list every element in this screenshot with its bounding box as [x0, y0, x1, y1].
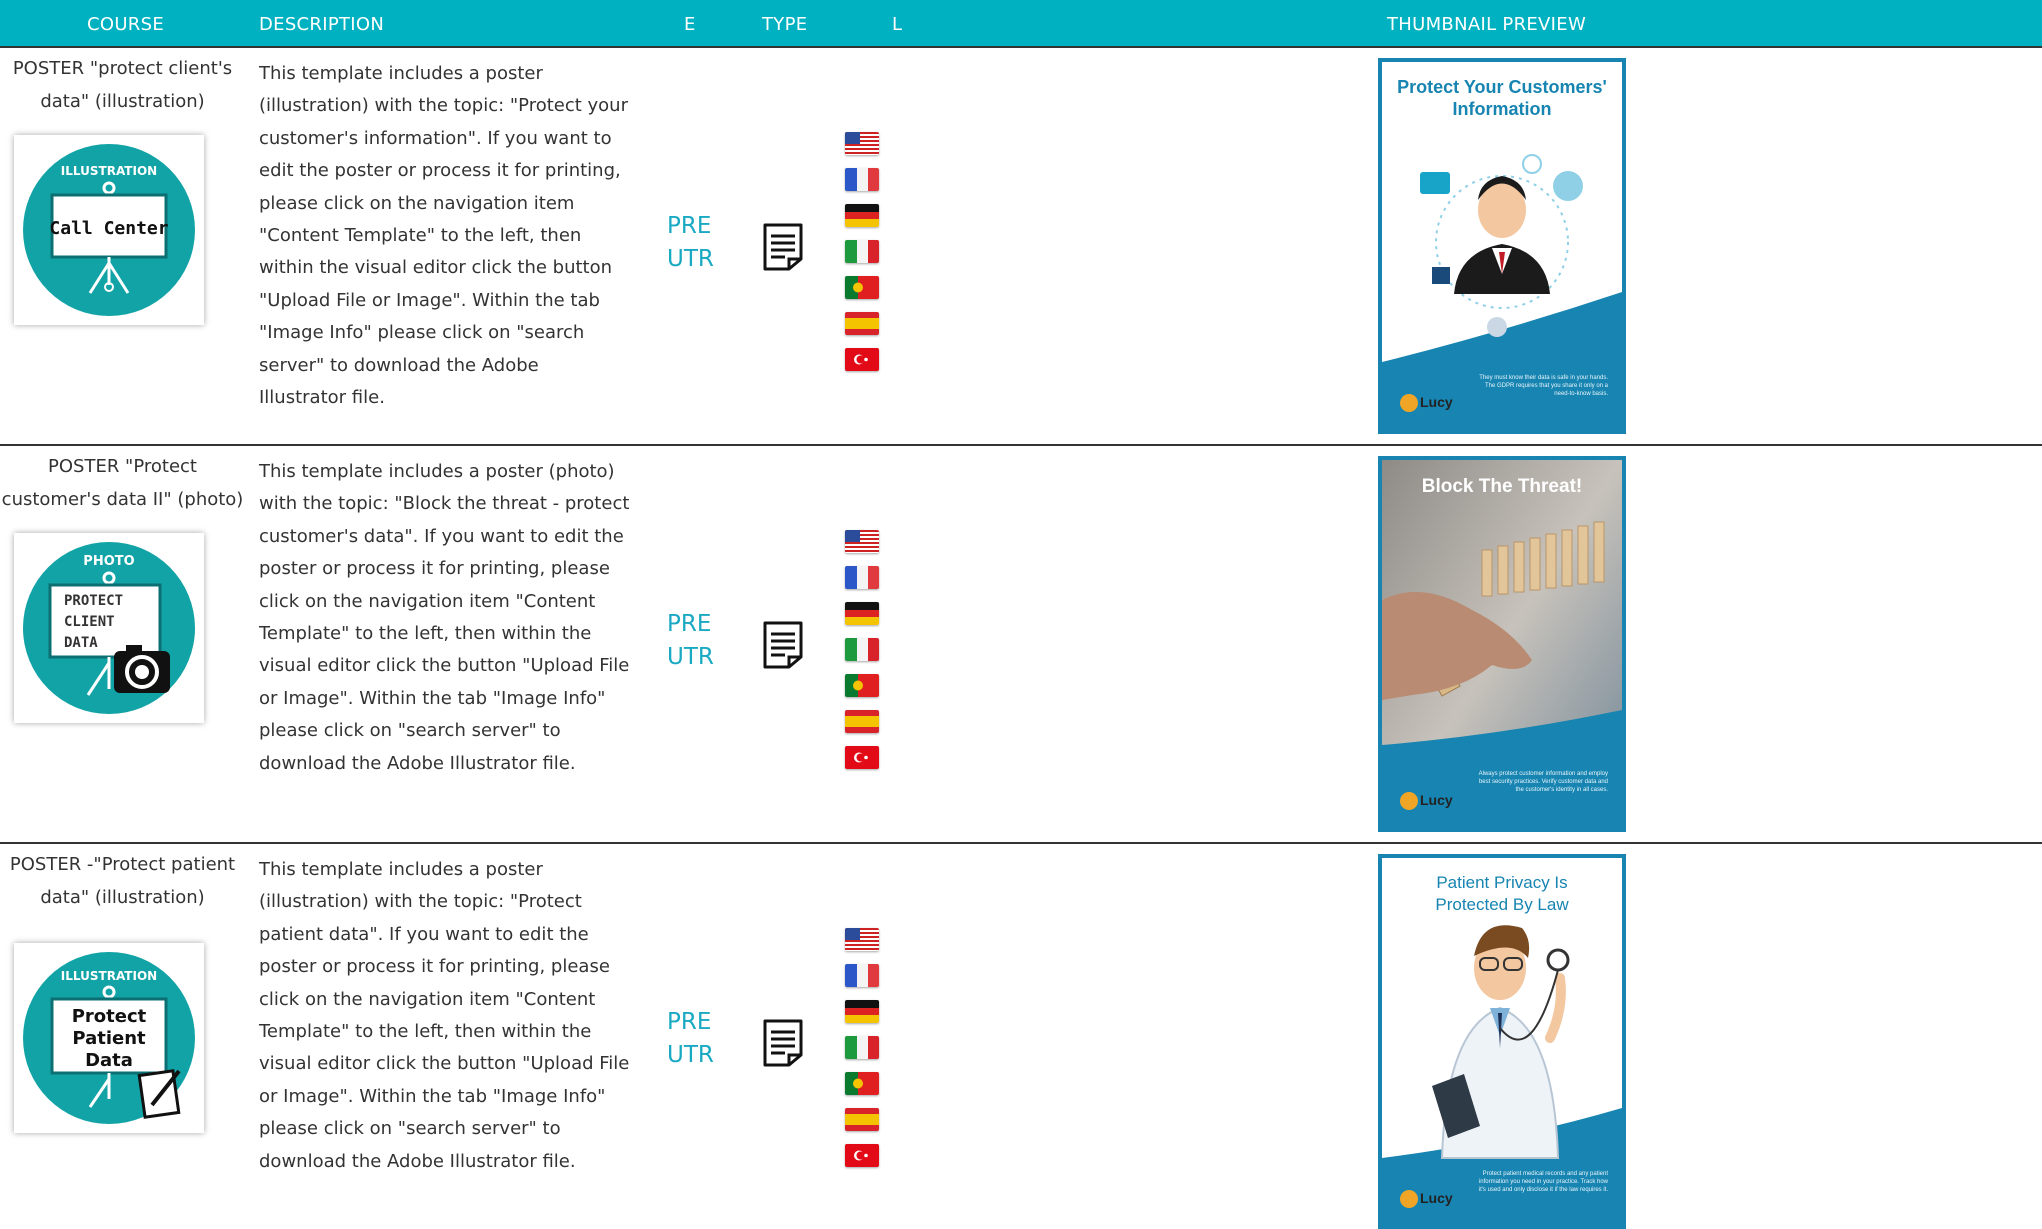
tr-flag[interactable] — [845, 746, 879, 769]
pt-flag[interactable] — [845, 674, 879, 697]
brand-logo: Lucy — [1400, 1190, 1453, 1209]
pt-flag[interactable] — [845, 1072, 879, 1095]
svg-text:Protect: Protect — [72, 1006, 147, 1027]
pt-flag[interactable] — [845, 276, 879, 299]
icon-label-top: ILLUSTRATION — [61, 969, 157, 983]
lucy-logo-icon — [1400, 394, 1418, 413]
document-icon[interactable] — [762, 222, 804, 272]
table-row[interactable]: POSTER "protect client's data" (illustra… — [0, 48, 2042, 446]
table-row[interactable]: POSTER "Protect customer's data II" (pho… — [0, 446, 2042, 844]
execution-labels: PRE UTR — [667, 210, 714, 276]
thumbnail-caption: Always protect customer information and … — [1478, 771, 1608, 793]
svg-text:DATA: DATA — [64, 635, 98, 651]
exec-pre: PRE — [667, 1009, 712, 1035]
header-l[interactable]: L — [892, 14, 902, 35]
es-flag[interactable] — [845, 710, 879, 733]
tr-flag[interactable] — [845, 348, 879, 371]
de-flag[interactable] — [845, 1000, 879, 1023]
course-title[interactable]: POSTER -"Protect patient data" (illustra… — [0, 848, 245, 914]
document-icon[interactable] — [762, 1018, 804, 1068]
thumbnail-caption: Protect patient medical records and any … — [1478, 1171, 1608, 1193]
it-flag[interactable] — [845, 638, 879, 661]
svg-text:CLIENT: CLIENT — [64, 614, 115, 630]
table-header: COURSE DESCRIPTION E TYPE L THUMBNAIL PR… — [0, 0, 2042, 48]
header-description[interactable]: DESCRIPTION — [259, 14, 384, 35]
de-flag[interactable] — [845, 602, 879, 625]
execution-labels: PRE UTR — [667, 1006, 714, 1072]
course-icon-protect-patient-data[interactable]: ILLUSTRATION Protect Patient Data — [14, 943, 204, 1133]
exec-pre: PRE — [667, 213, 712, 239]
brand-logo: Lucy — [1400, 394, 1453, 413]
thumbnail-title: Patient Privacy Is Protected By Law — [1435, 873, 1569, 914]
exec-utr: UTR — [667, 246, 714, 272]
course-icon-call-center[interactable]: ILLUSTRATION Call Center — [14, 135, 204, 325]
us-flag[interactable] — [845, 530, 879, 553]
course-description: This template includes a poster (illustr… — [259, 859, 630, 1172]
icon-label-top: ILLUSTRATION — [61, 164, 157, 178]
course-description: This template includes a poster (illustr… — [259, 63, 628, 409]
tr-flag[interactable] — [845, 1144, 879, 1167]
us-flag[interactable] — [845, 928, 879, 951]
course-icon-protect-client-data[interactable]: PHOTO PROTECT CLIENT DATA — [14, 533, 204, 723]
header-type[interactable]: TYPE — [762, 14, 807, 35]
course-title[interactable]: POSTER "Protect customer's data II" (pho… — [0, 450, 245, 516]
icon-label-top: PHOTO — [83, 554, 134, 569]
table-row[interactable]: POSTER -"Protect patient data" (illustra… — [0, 844, 2042, 1229]
exec-utr: UTR — [667, 1042, 714, 1068]
thumbnail-preview[interactable]: Patient Privacy Is Protected By Law Prot… — [1378, 854, 1626, 1229]
thumbnail-preview[interactable]: Block The Threat! Always protect custome… — [1378, 456, 1626, 832]
header-thumbnail-preview[interactable]: THUMBNAIL PREVIEW — [1387, 14, 1586, 35]
exec-utr: UTR — [667, 644, 714, 670]
svg-text:PROTECT: PROTECT — [64, 593, 123, 609]
thumbnail-caption: They must know their data is safe in you… — [1479, 375, 1608, 397]
lucy-logo-icon — [1400, 1190, 1418, 1209]
it-flag[interactable] — [845, 1036, 879, 1059]
document-icon[interactable] — [762, 620, 804, 670]
es-flag[interactable] — [845, 312, 879, 335]
thumbnail-title: Protect Your Customers' Information — [1397, 77, 1607, 119]
exec-pre: PRE — [667, 611, 712, 637]
brand-logo: Lucy — [1400, 792, 1453, 811]
icon-label-main: Call Center — [49, 218, 168, 239]
thumbnail-title: Block The Threat! — [1421, 476, 1583, 497]
de-flag[interactable] — [845, 204, 879, 227]
course-description: This template includes a poster (photo) … — [259, 461, 630, 774]
header-course[interactable]: COURSE — [87, 14, 164, 35]
course-title[interactable]: POSTER "protect client's data" (illustra… — [0, 52, 245, 118]
execution-labels: PRE UTR — [667, 608, 714, 674]
thumbnail-preview[interactable]: Protect Your Customers' Information They… — [1378, 58, 1626, 434]
us-flag[interactable] — [845, 132, 879, 155]
fr-flag[interactable] — [845, 566, 879, 589]
fr-flag[interactable] — [845, 964, 879, 987]
lucy-logo-icon — [1400, 792, 1418, 811]
fr-flag[interactable] — [845, 168, 879, 191]
svg-text:Patient: Patient — [72, 1028, 146, 1049]
svg-text:Data: Data — [85, 1050, 133, 1071]
es-flag[interactable] — [845, 1108, 879, 1131]
it-flag[interactable] — [845, 240, 879, 263]
header-e[interactable]: E — [684, 14, 696, 35]
